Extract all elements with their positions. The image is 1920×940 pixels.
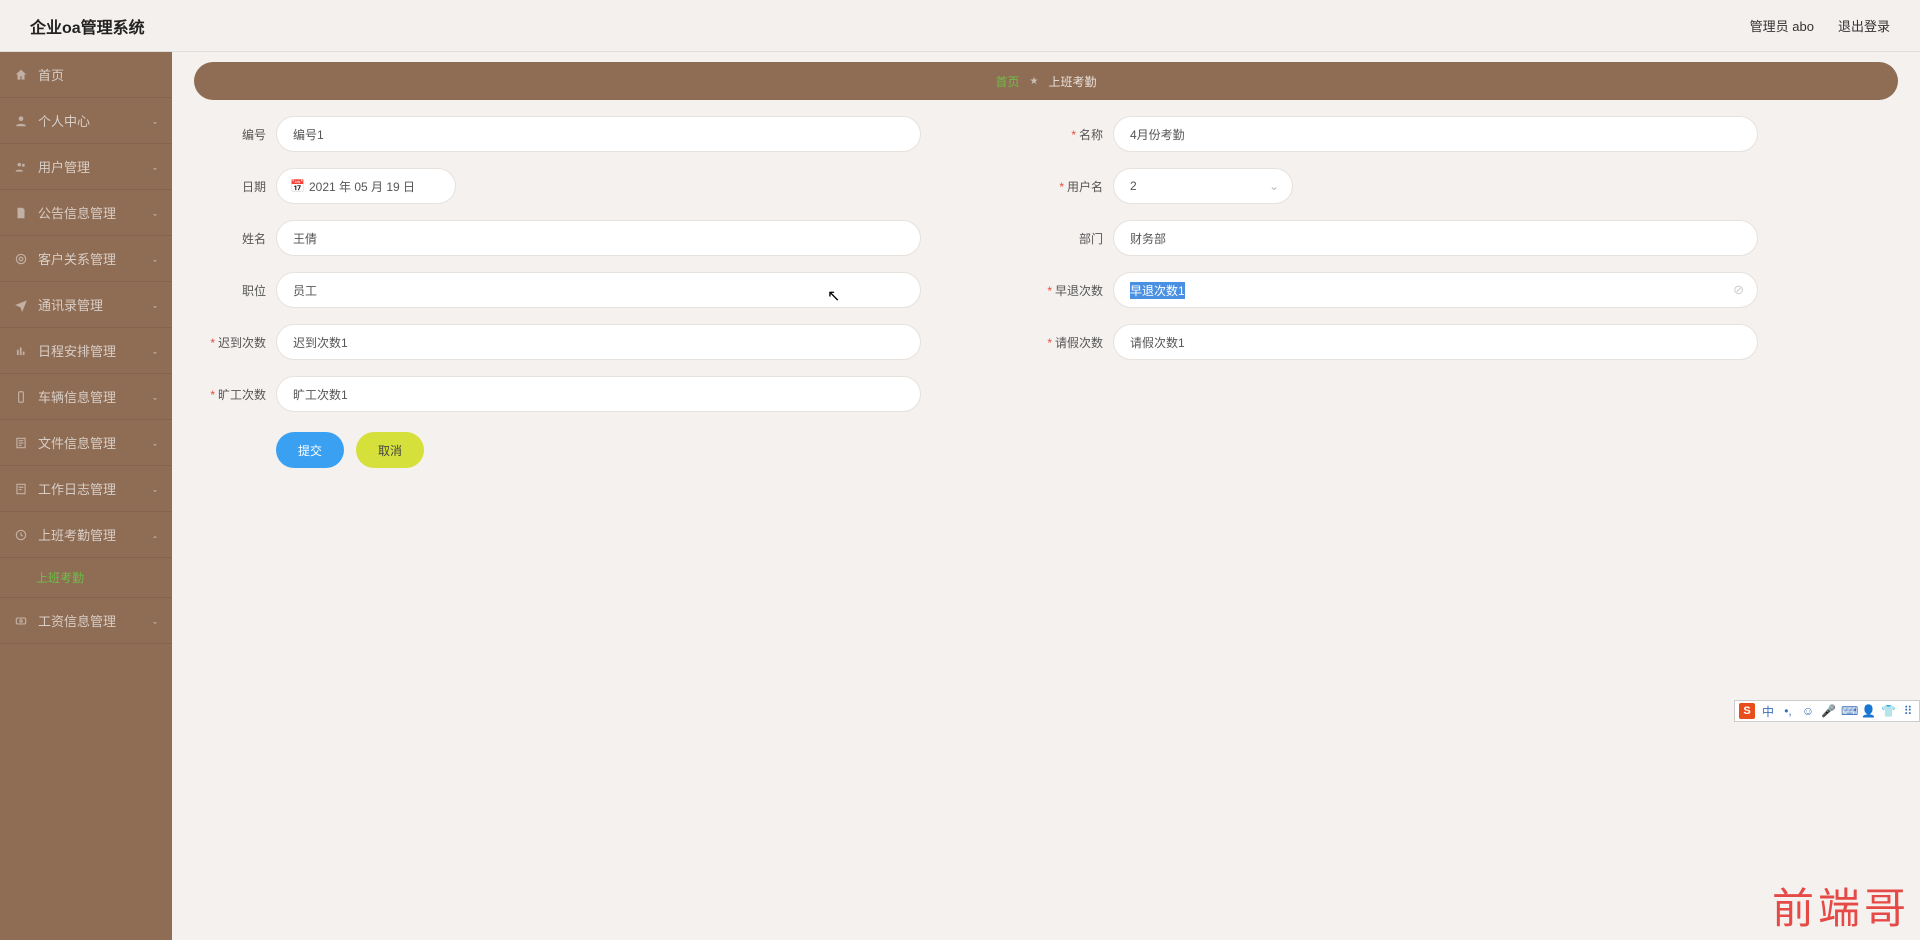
- sidebar-item-vehicle[interactable]: 车辆信息管理: [0, 374, 172, 420]
- chevron-up-icon: [150, 530, 160, 540]
- input-mingcheng[interactable]: [1113, 116, 1758, 152]
- chevron-down-icon: [150, 300, 160, 310]
- ime-person-icon[interactable]: 👤: [1861, 704, 1875, 718]
- ime-grid-icon[interactable]: ⠿: [1901, 704, 1915, 718]
- note-icon: [14, 482, 28, 496]
- doc-icon: [14, 436, 28, 450]
- sidebar-item-label: 日程安排管理: [38, 341, 116, 360]
- label-xingming: 姓名: [194, 230, 266, 247]
- input-zhiwei[interactable]: [276, 272, 921, 308]
- sidebar-item-home[interactable]: 首页: [0, 52, 172, 98]
- chevron-down-icon: [150, 346, 160, 356]
- sidebar: 首页 个人中心 用户管理 公告信息管理 客户关系管理 通讯录管理 日程安排管理 …: [0, 52, 172, 940]
- current-user[interactable]: 管理员 abo: [1750, 16, 1814, 35]
- chevron-down-icon: [150, 392, 160, 402]
- sidebar-item-label: 车辆信息管理: [38, 387, 116, 406]
- money-icon: [14, 614, 28, 628]
- ime-keyboard-icon[interactable]: ⌨: [1841, 704, 1855, 718]
- chevron-down-icon: [150, 616, 160, 626]
- file-icon: [14, 206, 28, 220]
- label-bumen: 部门: [1031, 230, 1103, 247]
- label-kuanggong: *旷工次数: [194, 386, 266, 403]
- clock-icon: [14, 528, 28, 542]
- header: 企业oa管理系统 管理员 abo 退出登录: [0, 0, 1920, 52]
- input-xingming[interactable]: [276, 220, 921, 256]
- sidebar-item-label: 用户管理: [38, 157, 90, 176]
- users-icon: [14, 160, 28, 174]
- sidebar-item-label: 文件信息管理: [38, 433, 116, 452]
- ime-mic-icon[interactable]: 🎤: [1821, 704, 1835, 718]
- sidebar-item-users[interactable]: 用户管理: [0, 144, 172, 190]
- breadcrumb-separator-icon: ★: [1030, 76, 1039, 87]
- chevron-down-icon: [150, 208, 160, 218]
- breadcrumb: 首页 ★ 上班考勤: [194, 62, 1898, 100]
- chevron-down-icon: [150, 116, 160, 126]
- clear-icon[interactable]: ⊘: [1733, 282, 1744, 298]
- input-qingjia[interactable]: [1113, 324, 1758, 360]
- send-icon: [14, 298, 28, 312]
- logout-link[interactable]: 退出登录: [1838, 16, 1890, 35]
- input-chidao[interactable]: [276, 324, 921, 360]
- input-bianhao[interactable]: [276, 116, 921, 152]
- chevron-down-icon: [150, 254, 160, 264]
- watermark: 前端哥: [1772, 875, 1910, 936]
- user-icon: [14, 114, 28, 128]
- label-riqi: 日期: [194, 178, 266, 195]
- input-kuanggong[interactable]: [276, 376, 921, 412]
- cancel-button[interactable]: 取消: [356, 432, 424, 468]
- select-yonghuming[interactable]: [1113, 168, 1293, 204]
- home-icon: [14, 68, 28, 82]
- chevron-down-icon: [150, 484, 160, 494]
- sidebar-item-label: 工作日志管理: [38, 479, 116, 498]
- input-bumen[interactable]: [1113, 220, 1758, 256]
- sidebar-item-label: 个人中心: [38, 111, 90, 130]
- label-chidao: *迟到次数: [194, 334, 266, 351]
- phone-icon: [14, 390, 28, 404]
- ime-emoji-icon[interactable]: ☺: [1801, 704, 1815, 718]
- main: 首页 ★ 上班考勤 编号 *名称 日期 📅 *用户名 ⌄: [172, 52, 1920, 940]
- sidebar-item-salary[interactable]: 工资信息管理: [0, 598, 172, 644]
- ime-skin-icon[interactable]: 👕: [1881, 704, 1895, 718]
- submit-button[interactable]: 提交: [276, 432, 344, 468]
- breadcrumb-home[interactable]: 首页: [996, 73, 1020, 90]
- label-mingcheng: *名称: [1031, 126, 1103, 143]
- sidebar-item-worklog[interactable]: 工作日志管理: [0, 466, 172, 512]
- sidebar-item-files[interactable]: 文件信息管理: [0, 420, 172, 466]
- sidebar-item-profile[interactable]: 个人中心: [0, 98, 172, 144]
- sidebar-item-contacts[interactable]: 通讯录管理: [0, 282, 172, 328]
- sidebar-item-label: 首页: [38, 65, 64, 84]
- input-riqi[interactable]: [276, 168, 456, 204]
- ime-logo-icon: S: [1739, 703, 1755, 719]
- sidebar-item-announce[interactable]: 公告信息管理: [0, 190, 172, 236]
- sidebar-item-label: 客户关系管理: [38, 249, 116, 268]
- input-zaotui[interactable]: 早退次数1: [1113, 272, 1758, 308]
- label-yonghuming: *用户名: [1031, 178, 1103, 195]
- sidebar-submenu-attendance: 上班考勤: [0, 558, 172, 598]
- attendance-form: 编号 *名称 日期 📅 *用户名 ⌄ 姓名 部门: [194, 116, 1898, 468]
- label-qingjia: *请假次数: [1031, 334, 1103, 351]
- sidebar-item-label: 上班考勤管理: [38, 525, 116, 544]
- zaotui-selected-text: 早退次数1: [1130, 282, 1185, 299]
- sidebar-item-label: 通讯录管理: [38, 295, 103, 314]
- header-right: 管理员 abo 退出登录: [1750, 16, 1890, 35]
- ime-toolbar[interactable]: S 中 •, ☺ 🎤 ⌨ 👤 👕 ⠿: [1734, 700, 1920, 722]
- bars-icon: [14, 344, 28, 358]
- chevron-down-icon: [150, 162, 160, 172]
- ime-lang[interactable]: 中: [1761, 703, 1775, 720]
- sidebar-subitem-label: 上班考勤: [36, 569, 84, 586]
- breadcrumb-current: 上班考勤: [1048, 73, 1096, 90]
- sidebar-subitem-attendance[interactable]: 上班考勤: [0, 558, 172, 598]
- sidebar-item-crm[interactable]: 客户关系管理: [0, 236, 172, 282]
- target-icon: [14, 252, 28, 266]
- ime-punct[interactable]: •,: [1781, 704, 1795, 718]
- label-bianhao: 编号: [194, 126, 266, 143]
- sidebar-item-label: 公告信息管理: [38, 203, 116, 222]
- sidebar-item-schedule[interactable]: 日程安排管理: [0, 328, 172, 374]
- brand-title: 企业oa管理系统: [30, 14, 145, 38]
- chevron-down-icon: [150, 438, 160, 448]
- sidebar-item-attendance[interactable]: 上班考勤管理: [0, 512, 172, 558]
- label-zhiwei: 职位: [194, 282, 266, 299]
- sidebar-item-label: 工资信息管理: [38, 611, 116, 630]
- label-zaotui: *早退次数: [1031, 282, 1103, 299]
